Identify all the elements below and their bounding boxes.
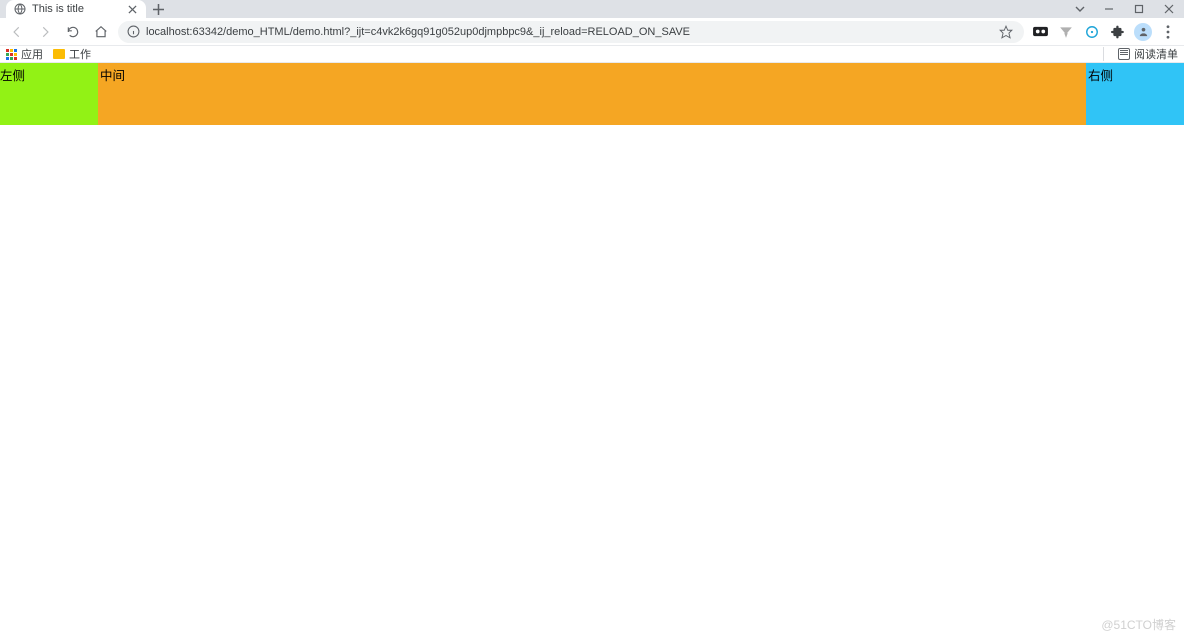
tab-strip: This is title [0, 0, 1184, 18]
address-bar[interactable]: localhost:63342/demo_HTML/demo.html?_ijt… [118, 21, 1024, 43]
globe-icon [14, 3, 26, 15]
maximize-button[interactable] [1124, 0, 1154, 18]
reading-list-icon [1118, 48, 1130, 60]
url-text: localhost:63342/demo_HTML/demo.html?_ijt… [146, 26, 990, 38]
back-button[interactable] [6, 21, 28, 43]
tab-search-button[interactable] [1066, 0, 1094, 18]
middle-column: 中间 [98, 63, 1086, 125]
reload-button[interactable] [62, 21, 84, 43]
extension-icon-3[interactable] [1082, 22, 1102, 42]
bookmark-folder[interactable]: 工作 [53, 46, 91, 62]
apps-label: 应用 [21, 46, 43, 62]
right-text: 右侧 [1088, 69, 1113, 83]
extension-icon-1[interactable] [1030, 22, 1050, 42]
window-controls [1094, 0, 1184, 18]
apps-button[interactable]: 应用 [6, 46, 43, 62]
browser-toolbar: localhost:63342/demo_HTML/demo.html?_ijt… [0, 18, 1184, 46]
watermark: @51CTO博客 [1101, 616, 1176, 633]
profile-button[interactable] [1134, 23, 1152, 41]
forward-button[interactable] [34, 21, 56, 43]
kebab-menu-icon[interactable] [1158, 22, 1178, 42]
extensions-icon[interactable] [1108, 22, 1128, 42]
page-content: 左侧 中间 右侧 [0, 63, 1184, 125]
extension-icon-2[interactable] [1056, 22, 1076, 42]
close-icon[interactable] [126, 3, 138, 15]
right-column: 右侧 [1086, 63, 1184, 125]
close-window-button[interactable] [1154, 0, 1184, 18]
divider [1103, 47, 1104, 61]
reading-list-label: 阅读清单 [1134, 46, 1178, 62]
left-text: 左侧 [0, 69, 25, 83]
new-tab-button[interactable] [146, 0, 170, 18]
apps-icon [6, 49, 17, 60]
star-icon[interactable] [996, 22, 1016, 42]
info-icon[interactable] [126, 25, 140, 39]
browser-tab[interactable]: This is title [6, 0, 146, 18]
minimize-button[interactable] [1094, 0, 1124, 18]
home-button[interactable] [90, 21, 112, 43]
reading-list-button[interactable]: 阅读清单 [1118, 46, 1178, 62]
bookmark-folder-label: 工作 [69, 46, 91, 62]
tab-title: This is title [32, 3, 120, 15]
bookmarks-bar: 应用 工作 阅读清单 [0, 46, 1184, 63]
left-column: 左侧 [0, 63, 98, 125]
middle-text: 中间 [100, 69, 125, 83]
folder-icon [53, 49, 65, 59]
